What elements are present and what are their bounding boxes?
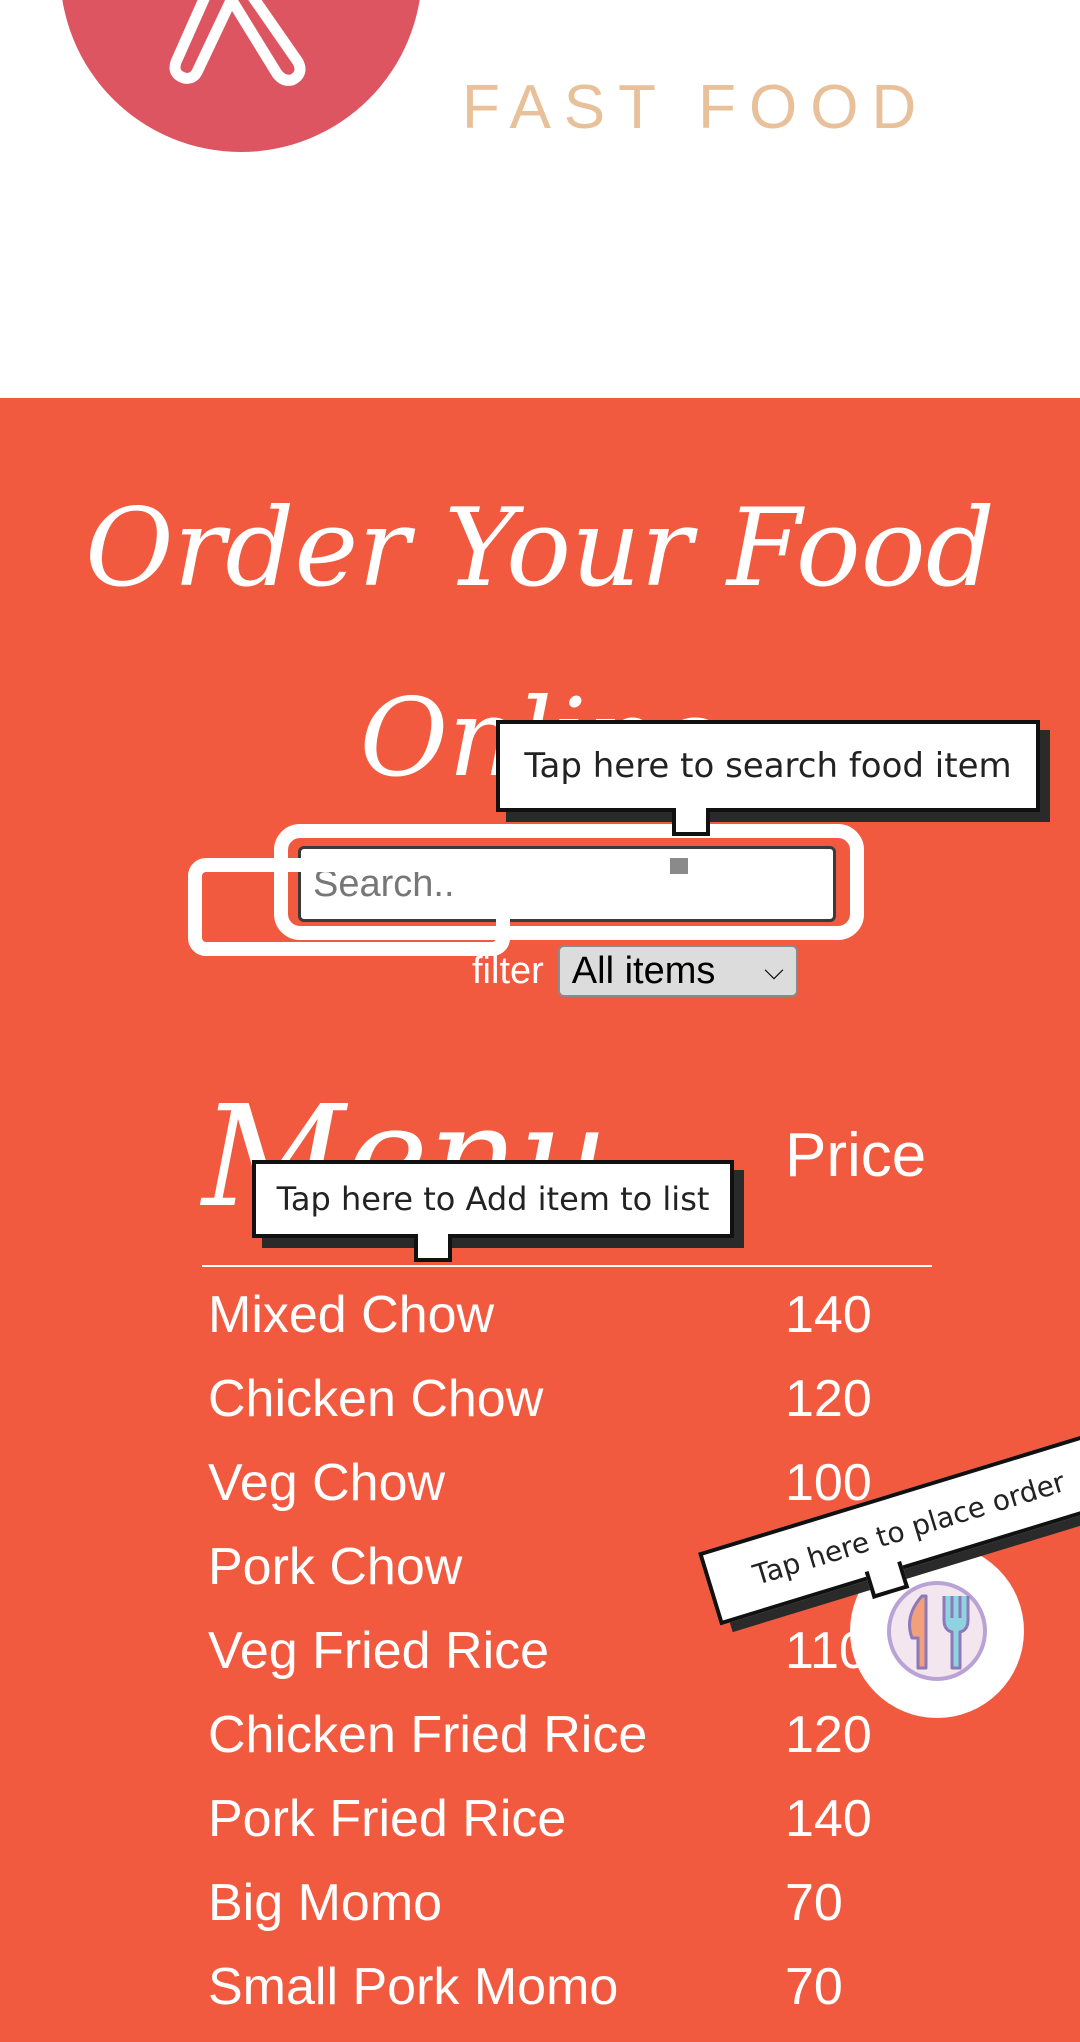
header: FAST FOOD (0, 0, 1080, 398)
item-name[interactable]: Chicken Fried Rice (208, 1705, 785, 1765)
item-price: 140 (785, 1286, 872, 1344)
menu-row-small-pork-momo[interactable]: Small Pork Momo 70 (208, 1945, 968, 2029)
item-price: 120 (785, 1706, 872, 1764)
fork-knife-logo-icon (169, 0, 306, 86)
menu-row-big-momo[interactable]: Big Momo 70 (208, 1861, 968, 1945)
menu-row-chicken-fried-rice[interactable]: Chicken Fried Rice 120 (208, 1693, 968, 1777)
chevron-down-icon: ⌵ (764, 955, 784, 985)
add-item-tooltip-tail (414, 1234, 452, 1262)
item-price: 140 (785, 1790, 872, 1848)
filter-row: filter All items ⌵ (472, 944, 798, 998)
price-heading: Price (785, 1121, 927, 1190)
search-tooltip: Tap here to search food item (496, 720, 1040, 812)
filter-selected-value: All items (571, 949, 716, 992)
menu-row-chicken-chow[interactable]: Chicken Chow 120 (208, 1357, 968, 1441)
menu-row-pork-fried-rice[interactable]: Pork Fried Rice 140 (208, 1777, 968, 1861)
menu-divider (202, 1265, 932, 1267)
knife-fork-icon (887, 1581, 987, 1681)
item-price: 70 (785, 1874, 843, 1932)
item-name[interactable]: Small Pork Momo (208, 1957, 785, 2017)
item-name[interactable]: Big Momo (208, 1873, 785, 1933)
menu-row-mixed-chow[interactable]: Mixed Chow 140 (208, 1273, 968, 1357)
item-name[interactable]: Pork Chow (208, 1537, 785, 1597)
item-name[interactable]: Veg Fried Rice (208, 1621, 785, 1681)
pointer-marker (670, 858, 688, 874)
add-item-highlight (188, 858, 510, 956)
brand-subtitle: FAST FOOD (462, 73, 930, 142)
add-item-tooltip: Tap here to Add item to list (252, 1160, 734, 1238)
filter-select[interactable]: All items ⌵ (557, 945, 798, 997)
item-price: 70 (785, 1958, 843, 2016)
item-name[interactable]: Veg Chow (208, 1453, 785, 1513)
item-price: 120 (785, 1370, 872, 1428)
item-name[interactable]: Mixed Chow (208, 1285, 785, 1345)
item-name[interactable]: Chicken Chow (208, 1369, 785, 1429)
item-name[interactable]: Pork Fried Rice (208, 1789, 785, 1849)
search-tooltip-tail (672, 808, 710, 836)
